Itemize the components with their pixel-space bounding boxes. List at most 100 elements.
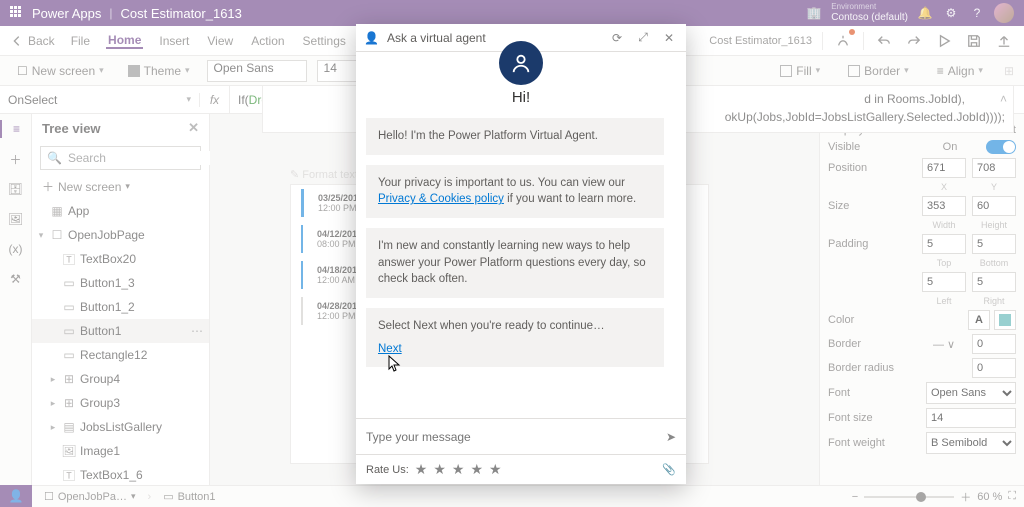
font-weight-select[interactable]: B Semibold [926,432,1016,454]
fill-color-button[interactable] [994,310,1016,330]
back-label: Back [28,34,55,48]
tree-panel: Tree view✕ 🔍 ＋ New screen ▾ ▦App▾☐OpenJo… [32,114,210,485]
zoom-slider[interactable] [864,496,954,498]
font-size-input[interactable] [926,408,1016,428]
align-dropdown[interactable]: ≡ Align ▾ [930,61,990,81]
rail-data-icon[interactable]: 🗄 [7,180,25,198]
settings-icon[interactable]: ⚙ [942,4,960,22]
font-size-select[interactable]: 14 [317,60,361,82]
pad-bottom-input[interactable] [972,234,1016,254]
rail-media-icon[interactable]: 🖼 [7,210,25,228]
prop-size-label: Size [828,200,918,212]
star-icon[interactable]: ★ [433,461,446,478]
expand-icon[interactable]: ▸ [48,398,58,409]
border-style-select[interactable]: — ∨ [922,334,966,354]
tree-node[interactable]: ▦App [32,199,209,223]
code-line-1: d in Rooms.JobId), [864,92,965,106]
collapse-formula-icon[interactable]: ˄ [1000,90,1007,108]
tree-node[interactable]: ▭Button1⋯ [32,319,209,343]
star-icon[interactable]: ★ [470,461,483,478]
border-radius-input[interactable] [972,358,1016,378]
feedback-icon[interactable]: 📎 [662,463,676,476]
tab-insert[interactable]: Insert [157,34,191,48]
app-launcher-icon[interactable] [10,6,24,20]
avatar[interactable] [994,3,1014,23]
search-input[interactable] [68,151,223,165]
minimize-icon[interactable]: ⤢ [634,29,652,47]
rail-insert-icon[interactable]: ＋ [7,150,25,168]
publish-icon[interactable] [994,31,1014,51]
agent-input[interactable] [366,430,658,444]
pad-left-input[interactable] [922,272,966,292]
refresh-icon[interactable]: ⟳ [608,29,626,47]
next-link[interactable]: Next [378,341,402,358]
tree-node[interactable]: ▾☐OpenJobPage [32,223,209,247]
new-screen-dropdown[interactable]: ☐ New screen ▾ [10,61,111,81]
privacy-link[interactable]: Privacy & Cookies policy [378,193,504,205]
tree-node[interactable]: 🅃TextBox20 [32,247,209,271]
send-icon[interactable]: ➤ [666,430,676,444]
star-icon[interactable]: ★ [489,461,502,478]
pos-y-input[interactable] [972,158,1016,178]
tab-home[interactable]: Home [106,33,143,49]
tree-node[interactable]: ▸▤JobsListGallery [32,415,209,439]
app-checker-icon[interactable] [833,31,853,51]
rail-tree-icon[interactable]: ≡ [0,120,31,138]
undo-icon[interactable] [874,31,894,51]
close-icon[interactable]: ✕ [188,120,199,136]
tree-search[interactable]: 🔍 [40,146,201,170]
play-icon[interactable] [934,31,954,51]
more-icon[interactable]: ⋯ [191,324,203,338]
group-icon[interactable]: ⊞ [1004,64,1014,78]
breadcrumb-screen[interactable]: ☐ OpenJobPa… ▾ [40,490,140,503]
environment-picker[interactable]: Environment Contoso (default) [831,3,908,23]
font-select[interactable]: Open Sans [926,382,1016,404]
star-icon[interactable]: ★ [415,461,428,478]
font-color-button[interactable]: A [968,310,990,330]
node-label: Button1_2 [80,300,135,314]
height-input[interactable] [972,196,1016,216]
help-icon[interactable]: ? [968,4,986,22]
border-dropdown[interactable]: Border ▾ [841,61,916,81]
tree-new-screen[interactable]: ＋ New screen ▾ [32,174,209,199]
notifications-icon[interactable]: 🔔 [916,4,934,22]
expand-icon[interactable]: ▸ [48,374,58,385]
tab-settings[interactable]: Settings [301,34,348,48]
expand-icon[interactable]: ▸ [48,422,58,433]
redo-icon[interactable] [904,31,924,51]
zoom-in-icon[interactable]: ＋ [960,489,971,505]
back-button[interactable]: Back [10,34,55,48]
tab-view[interactable]: View [205,34,235,48]
tree-node[interactable]: 🅃TextBox1_6 [32,463,209,485]
tab-action[interactable]: Action [249,34,286,48]
rail-advanced-icon[interactable]: ⚒ [7,270,25,288]
border-width-input[interactable] [972,334,1016,354]
code-line-2: okUp(Jobs,JobId=JobsListGallery.Selected… [725,110,1005,124]
pad-top-input[interactable] [922,234,966,254]
tree-node[interactable]: ▭Rectangle12 [32,343,209,367]
save-icon[interactable] [964,31,984,51]
property-select[interactable]: OnSelect▾ [0,93,200,107]
star-icon[interactable]: ★ [452,461,465,478]
zoom-out-icon[interactable]: − [852,491,858,503]
tab-file[interactable]: File [69,34,92,48]
rail-variables-icon[interactable]: (x) [7,240,25,258]
breadcrumb-control[interactable]: ▭ Button1 [159,490,219,503]
visible-toggle[interactable] [986,140,1016,154]
fit-icon[interactable]: ⛶ [1008,490,1016,503]
close-icon[interactable]: ✕ [660,29,678,47]
pad-right-input[interactable] [972,272,1016,292]
virtual-agent-launcher[interactable]: 👤 [0,485,32,507]
width-input[interactable] [922,196,966,216]
font-family-select[interactable]: Open Sans [207,60,307,82]
tree-node[interactable]: ▸⊞Group3 [32,391,209,415]
fill-dropdown[interactable]: Fill ▾ [773,61,827,81]
expand-icon[interactable]: ▾ [36,230,46,241]
pos-x-input[interactable] [922,158,966,178]
tree-node[interactable]: ▭Button1_2 [32,295,209,319]
node-label: Image1 [80,444,120,458]
tree-node[interactable]: 🖼Image1 [32,439,209,463]
tree-node[interactable]: ▭Button1_3 [32,271,209,295]
tree-node[interactable]: ▸⊞Group4 [32,367,209,391]
theme-dropdown[interactable]: Theme ▾ [121,61,197,81]
